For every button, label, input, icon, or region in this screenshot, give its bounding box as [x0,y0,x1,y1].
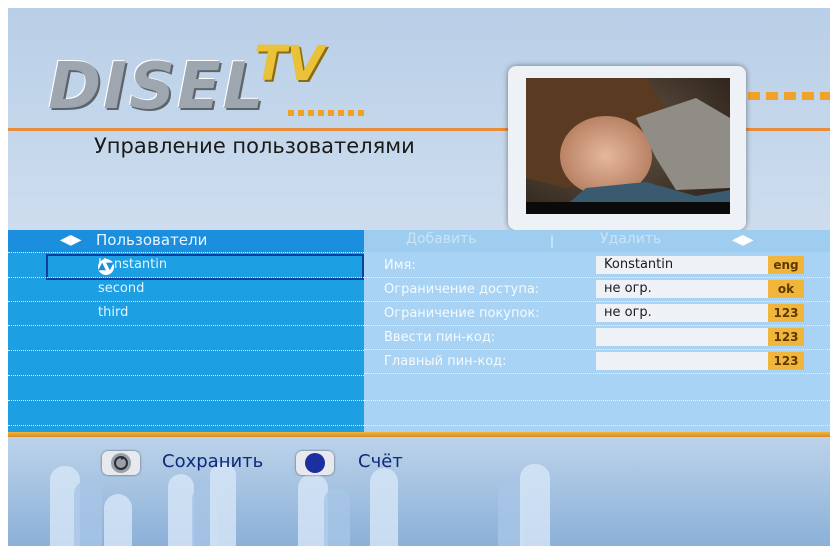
up-down-arrows-icon: ▲▼ [98,259,114,275]
field-master-pin-row: Главный пин-код: 123 [364,350,830,373]
users-list-header: ◀▶ Пользователи [8,230,364,252]
input-mode-badge: 123 [768,328,804,346]
field-value: не огр. [604,281,652,296]
blue-dot-icon [305,453,325,473]
user-item-second[interactable]: second [8,278,364,300]
input-mode-badge: ok [768,280,804,298]
tv-preview-frame [508,66,746,230]
delete-user-button[interactable]: Удалить [600,231,661,247]
field-value: не огр. [604,305,652,320]
user-item-third[interactable]: third [8,302,364,324]
footer: Сохранить Счёт [8,437,830,546]
disel-tv-logo: DISEL TV [48,36,378,128]
left-right-arrows-icon[interactable]: ◀▶ [732,232,754,248]
logo-brand-text: DISEL [48,50,266,124]
details-actions-bar: Добавить | Удалить ◀▶ [364,230,830,252]
field-access-limit-row: Ограничение доступа: не огр. ok [364,278,830,301]
header-accent-dashes [748,92,830,100]
header: DISEL TV Управление пользователями [8,8,830,230]
user-details-panel: Добавить | Удалить ◀▶ Имя: Konstantin en… [364,230,830,436]
enter-pin-input[interactable] [596,328,768,346]
field-value: Konstantin [604,257,674,272]
input-mode-badge: 123 [768,304,804,322]
field-label: Имя: [384,258,416,273]
input-mode-badge: 123 [768,352,804,370]
save-button-label: Сохранить [162,451,264,472]
master-pin-input[interactable] [596,352,768,370]
actions-separator: | [550,234,555,248]
account-button[interactable] [296,451,334,475]
field-label: Ограничение покупок: [384,306,540,321]
field-purchase-limit-row: Ограничение покупок: не огр. 123 [364,302,830,325]
input-mode-badge: eng [768,256,804,274]
add-user-button[interactable]: Добавить [406,231,476,247]
user-item-label: third [98,305,129,320]
refresh-icon [111,453,131,473]
users-list-title: Пользователи [96,231,208,249]
users-list-panel: ◀▶ Пользователи Konstantin ▲▼ second thi… [8,230,364,436]
tv-preview-video [526,78,730,214]
left-right-arrows-icon[interactable]: ◀▶ [60,232,82,248]
tv-screen: DISEL TV Управление пользователями ◀▶ По… [8,8,830,546]
user-item-label: second [98,281,145,296]
field-name-row: Имя: Konstantin eng [364,254,830,277]
logo-tv-text: TV [254,36,324,92]
field-label: Главный пин-код: [384,354,507,369]
field-label: Ограничение доступа: [384,282,540,297]
field-label: Ввести пин-код: [384,330,496,345]
field-enter-pin-row: Ввести пин-код: 123 [364,326,830,349]
save-button[interactable] [102,451,140,475]
page-title: Управление пользователями [94,134,415,158]
logo-dots [288,110,364,116]
account-button-label: Счёт [358,451,403,472]
